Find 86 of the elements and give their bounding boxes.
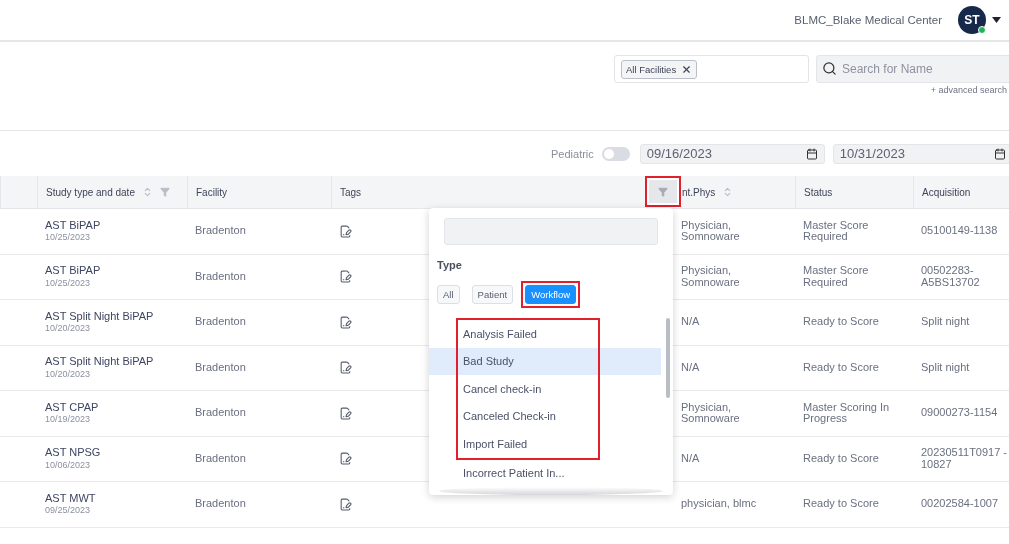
status-cell-text: Master Score Required	[803, 219, 870, 243]
status-cell-text: Ready to Score	[803, 452, 880, 465]
document-edit-icon[interactable]	[339, 497, 352, 511]
tag-option[interactable]: Incorrect Patient In...	[429, 459, 667, 487]
study-type: AST Split Night BiPAP	[45, 356, 155, 368]
acquisition-cell-text: Split night	[921, 316, 971, 328]
facility-select[interactable]: All Facilities	[614, 55, 809, 83]
column-header: nt.Phys	[682, 186, 716, 198]
document-edit-icon[interactable]	[339, 270, 352, 284]
facility-tag: All Facilities	[621, 59, 698, 79]
study-type: AST CPAP	[45, 401, 100, 414]
column-header: Status	[804, 186, 833, 198]
user-avatar[interactable]: ST	[958, 6, 986, 34]
status-cell-text: Master Scoring In Progress	[803, 401, 891, 425]
study-date: 10/25/2023	[45, 278, 92, 289]
tags-filter-button[interactable]	[645, 176, 681, 207]
acquisition-cell-text: Split night	[921, 361, 971, 374]
physician-cell-text: Physician, Somnoware	[681, 265, 741, 289]
study-type: AST MWT	[45, 492, 97, 505]
online-status-icon	[978, 26, 986, 34]
acquisition-cell-text: 05100149-1138	[921, 225, 999, 237]
facility-cell-text: Bradenton	[195, 407, 247, 419]
close-icon[interactable]	[681, 63, 693, 75]
study-type: AST BiPAP	[45, 219, 102, 232]
document-edit-icon[interactable]	[339, 361, 352, 375]
physician-cell-text: Physician, Somnoware	[681, 219, 741, 243]
pediatric-label: Pediatric	[551, 147, 594, 160]
study-date: 10/20/2023	[45, 324, 92, 334]
document-edit-icon[interactable]	[339, 452, 352, 466]
study-type: AST BiPAP	[45, 265, 102, 277]
acquisition-cell-text: 00202584-1007	[921, 498, 1000, 510]
physician-cell-text: N/A	[681, 361, 701, 374]
facility-cell-text: Bradenton	[195, 316, 247, 328]
column-header: Acquisition	[922, 186, 971, 198]
type-chip[interactable]: All	[437, 285, 460, 304]
status-cell-text: Ready to Score	[803, 361, 880, 374]
column-header: Study type and date	[46, 186, 135, 198]
study-type: AST Split Night BiPAP	[45, 310, 155, 323]
tag-option[interactable]: Bad Study	[458, 347, 598, 375]
study-date: 09/25/2023	[45, 506, 92, 516]
acquisition-cell-text: 00502283-A5BS13702	[921, 265, 981, 289]
physician-cell-text: N/A	[681, 316, 701, 328]
study-date: 10/06/2023	[45, 460, 92, 471]
advanced-search-link[interactable]: + advanced search	[930, 85, 1007, 95]
column-header: Facility	[196, 186, 228, 198]
tag-option[interactable]: Analysis Failed	[458, 320, 598, 348]
tag-search-field[interactable]	[444, 218, 658, 245]
calendar-icon[interactable]	[805, 147, 818, 160]
search-icon	[822, 61, 837, 76]
date-field[interactable]: 10/31/2023	[832, 143, 1009, 164]
selection-highlight	[600, 347, 661, 375]
search-field[interactable]: Search for Name	[816, 55, 1009, 83]
study-type: AST NPSG	[45, 447, 102, 459]
pediatric-toggle[interactable]	[601, 146, 630, 161]
scrollbar[interactable]	[666, 318, 670, 398]
type-chip[interactable]: Patient	[471, 285, 514, 304]
selection-highlight	[429, 347, 456, 375]
facility-cell-text: Bradenton	[195, 452, 247, 465]
facility-name: BLMC_Blake Medical Center	[794, 14, 942, 26]
calendar-icon[interactable]	[993, 147, 1006, 160]
facility-cell-text: Bradenton	[195, 361, 247, 374]
document-edit-icon[interactable]	[339, 406, 352, 420]
study-date: 10/25/2023	[45, 233, 92, 243]
physician-cell-text: physician, blmc	[681, 498, 758, 510]
facility-cell-text: Bradenton	[195, 270, 247, 283]
facility-cell-text: Bradenton	[195, 225, 247, 237]
type-label: Type	[437, 259, 463, 271]
document-edit-icon[interactable]	[339, 315, 352, 329]
acquisition-cell-text: 09000273-1154	[921, 407, 999, 419]
acquisition-cell: 20230511T0917 - 10827	[921, 447, 1009, 471]
tag-option[interactable]: Canceled Check-in	[458, 402, 598, 430]
column-header: Tags	[340, 186, 362, 198]
study-date: 10/20/2023	[45, 369, 92, 380]
facility-cell-text: Bradenton	[195, 498, 247, 510]
physician-cell-text: N/A	[681, 452, 701, 465]
caret-icon[interactable]	[992, 17, 1001, 23]
status-cell-text: Master Score Required	[803, 265, 870, 289]
filter-icon	[658, 186, 668, 197]
study-date: 10/19/2023	[45, 415, 92, 425]
status-cell-text: Ready to Score	[803, 498, 880, 510]
date-field[interactable]: 09/16/2023	[639, 143, 825, 164]
physician-cell-text: Physician, Somnoware	[681, 401, 741, 425]
tag-option[interactable]: Import Failed	[458, 430, 598, 458]
status-cell-text: Ready to Score	[803, 316, 880, 328]
tag-option[interactable]: Cancel check-in	[458, 375, 598, 403]
document-edit-icon[interactable]	[339, 224, 352, 238]
